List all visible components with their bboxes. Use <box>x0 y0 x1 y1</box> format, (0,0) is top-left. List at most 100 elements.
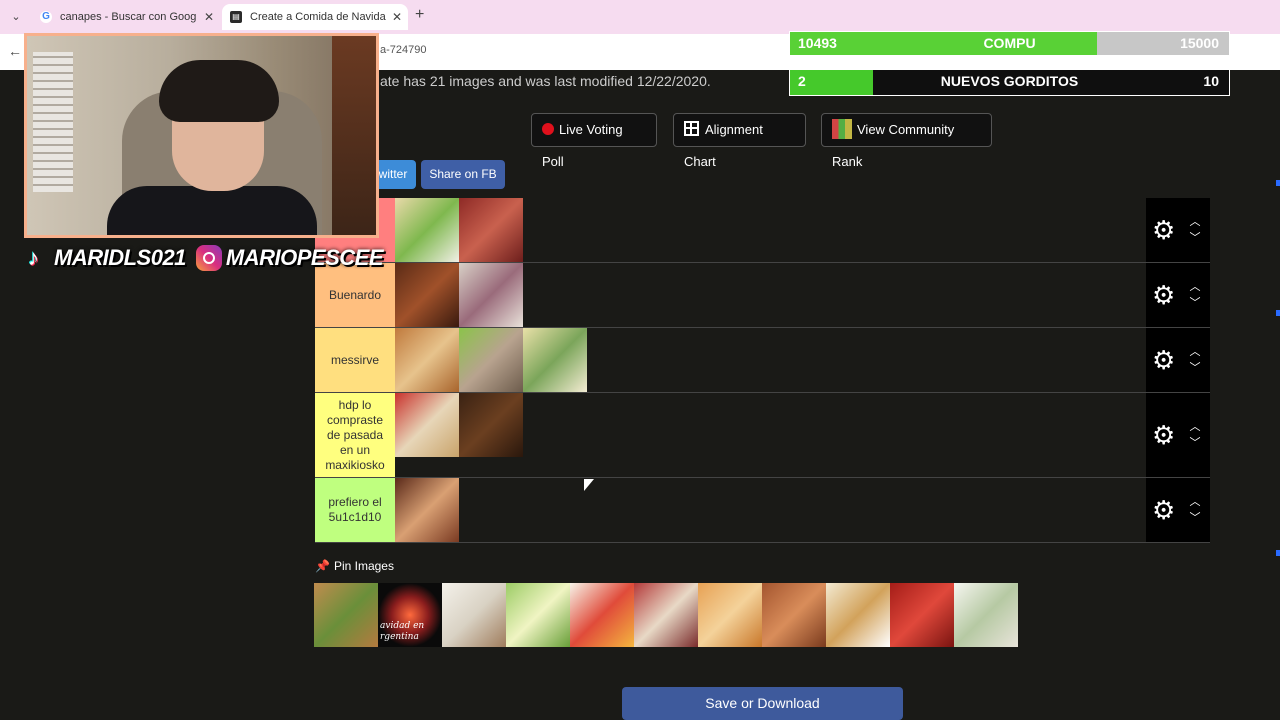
gear-icon[interactable]: ⚙ <box>1152 421 1175 449</box>
record-dot-icon <box>542 123 554 135</box>
chevron-down-icon[interactable]: ﹀ <box>1186 435 1204 451</box>
tab-tiermaker[interactable]: ▤ Create a Comida de Navidad A ✕ <box>222 4 408 30</box>
tiktok-icon: ♪ <box>28 245 39 270</box>
food-image-ribs[interactable] <box>395 263 459 327</box>
pool-image-nougat[interactable] <box>634 583 698 647</box>
gear-icon[interactable]: ⚙ <box>1152 346 1175 374</box>
tab-title: canapes - Buscar con Google <box>60 11 196 23</box>
food-image-salad[interactable] <box>395 198 459 262</box>
tier-list: ⚙ ︿ ﹀ Buenardo ⚙ ︿ ﹀ messirve ⚙ ︿ ﹀ hdp lo comprast… <box>315 198 1210 543</box>
tier-row: messirve ⚙ ︿ ﹀ <box>315 328 1210 393</box>
tier-items <box>395 263 1210 327</box>
image-caption: avidad en rgentina <box>380 621 425 642</box>
pool-image-sandwich[interactable] <box>314 583 378 647</box>
tier-row: hdp lo compraste de pasada en un maxikio… <box>315 393 1210 478</box>
pool-image-peanuts[interactable] <box>762 583 826 647</box>
tiermaker-icon: ▤ <box>230 11 242 23</box>
chevron-up-icon[interactable]: ︿ <box>1186 494 1204 510</box>
tier-list-description: ate has 21 images and was last modified … <box>380 73 711 89</box>
tier-controls: ⚙ ︿ ﹀ <box>1146 328 1210 392</box>
new-tab-button[interactable]: + <box>415 6 424 24</box>
tab-google-search[interactable]: G canapes - Buscar con Google ✕ <box>32 4 220 30</box>
tier-row: Buenardo ⚙ ︿ ﹀ <box>315 263 1210 328</box>
mouse-cursor-icon <box>584 479 594 491</box>
chevron-down-icon[interactable]: ﹀ <box>1186 360 1204 376</box>
goal-label: NUEVOS GORDITOS <box>940 73 1079 89</box>
pin-label: Pin Images <box>333 559 394 573</box>
chevron-up-icon[interactable]: ︿ <box>1186 279 1204 295</box>
food-image-coffee-beans[interactable] <box>459 393 523 457</box>
webcam-overlay <box>24 33 379 238</box>
chevron-up-icon[interactable]: ︿ <box>1186 344 1204 360</box>
gear-icon[interactable]: ⚙ <box>1152 281 1175 309</box>
social-handles: ♪ MARIDLS021 MARIOPESCEE <box>28 241 384 275</box>
cam-shelf <box>332 36 376 235</box>
pin-images-toggle[interactable]: 📌 Pin Images <box>315 559 394 573</box>
tier-row: prefiero el 5u1c1d10 ⚙ ︿ ﹀ <box>315 478 1210 543</box>
gear-icon[interactable]: ⚙ <box>1152 216 1175 244</box>
cam-person-body <box>107 186 317 235</box>
browser-tab-bar: ⌄ G canapes - Buscar con Google ✕ ▤ Crea… <box>0 0 1280 34</box>
tier-controls: ⚙ ︿ ﹀ <box>1146 198 1210 262</box>
food-image-wraps[interactable] <box>459 263 523 327</box>
tier-controls: ⚙ ︿ ﹀ <box>1146 263 1210 327</box>
image-pool: avidad en rgentina <box>314 583 1018 647</box>
pool-image-turron[interactable] <box>442 583 506 647</box>
pool-image-pan-dulce[interactable] <box>698 583 762 647</box>
button-label: Live Voting Poll <box>542 122 623 169</box>
food-image-mantecol[interactable] <box>395 393 459 457</box>
tier-items <box>395 328 1210 392</box>
pool-image-vitel-tone[interactable] <box>954 583 1018 647</box>
pool-image-salad-green[interactable] <box>506 583 570 647</box>
tier-label[interactable]: messirve <box>315 328 395 392</box>
tab-title: Create a Comida de Navidad A <box>250 11 386 23</box>
back-arrow-icon[interactable]: ← <box>8 43 22 59</box>
tier-label[interactable]: prefiero el 5u1c1d10 <box>315 478 395 542</box>
pool-image-turron-slice[interactable] <box>826 583 890 647</box>
tier-items <box>395 198 1210 262</box>
goal-label: COMPU <box>983 35 1036 51</box>
share-facebook-button[interactable]: Share on FB <box>421 160 505 189</box>
save-download-button[interactable]: Save or Download <box>622 687 903 720</box>
url-text[interactable]: a-724790 <box>380 44 427 56</box>
chevron-down-icon[interactable]: ﹀ <box>1186 510 1204 526</box>
stream-goal-bars: 10493 COMPU 15000 2 NUEVOS GORDITOS 10 <box>789 31 1230 109</box>
pool-image-fireworks[interactable]: avidad en rgentina <box>378 583 442 647</box>
chevron-down-icon[interactable]: ﹀ <box>1186 230 1204 246</box>
chevron-down-icon[interactable]: ﹀ <box>1186 295 1204 311</box>
scrollbar[interactable] <box>1276 70 1280 720</box>
gear-icon[interactable]: ⚙ <box>1152 496 1175 524</box>
tiktok-handle: MARIDLS021 <box>54 245 186 270</box>
tier-items <box>395 478 1210 542</box>
food-image-meat-roll[interactable] <box>459 198 523 262</box>
pool-image-tomato-stuffed[interactable] <box>890 583 954 647</box>
pool-image-fruit-salad[interactable] <box>570 583 634 647</box>
compu-goal-bar: 10493 COMPU 15000 <box>789 31 1230 56</box>
view-community-rank-button[interactable]: View Community Rank <box>821 113 992 169</box>
tier-items <box>395 393 1210 477</box>
rank-grid-icon <box>832 119 852 139</box>
instagram-icon <box>195 245 222 271</box>
cam-window-blinds <box>33 52 73 192</box>
food-image-fruitcake[interactable] <box>395 478 459 542</box>
alignment-chart-button[interactable]: Alignment Chart <box>673 113 806 169</box>
chevron-up-icon[interactable]: ︿ <box>1186 214 1204 230</box>
close-icon[interactable]: ✕ <box>392 4 402 30</box>
tab-search-icon[interactable]: ⌄ <box>6 8 26 26</box>
goal-max: 15000 <box>1180 35 1219 51</box>
food-image-roll-cake[interactable] <box>395 328 459 392</box>
live-voting-poll-button[interactable]: Live Voting Poll <box>531 113 657 169</box>
grid-icon <box>684 121 699 136</box>
cam-person-hair <box>159 60 279 122</box>
google-icon: G <box>40 11 52 23</box>
tier-controls: ⚙ ︿ ﹀ <box>1146 393 1210 477</box>
chevron-up-icon[interactable]: ︿ <box>1186 419 1204 435</box>
tier-controls: ⚙ ︿ ﹀ <box>1146 478 1210 542</box>
instagram-handle: MARIOPESCEE <box>225 245 384 270</box>
close-icon[interactable]: ✕ <box>204 4 214 30</box>
pin-icon: 📌 <box>315 559 330 573</box>
tier-label[interactable]: hdp lo compraste de pasada en un maxikio… <box>315 393 395 477</box>
food-image-sausage[interactable] <box>459 328 523 392</box>
goal-max: 10 <box>1203 73 1219 89</box>
food-image-sandwich-cake[interactable] <box>523 328 587 392</box>
